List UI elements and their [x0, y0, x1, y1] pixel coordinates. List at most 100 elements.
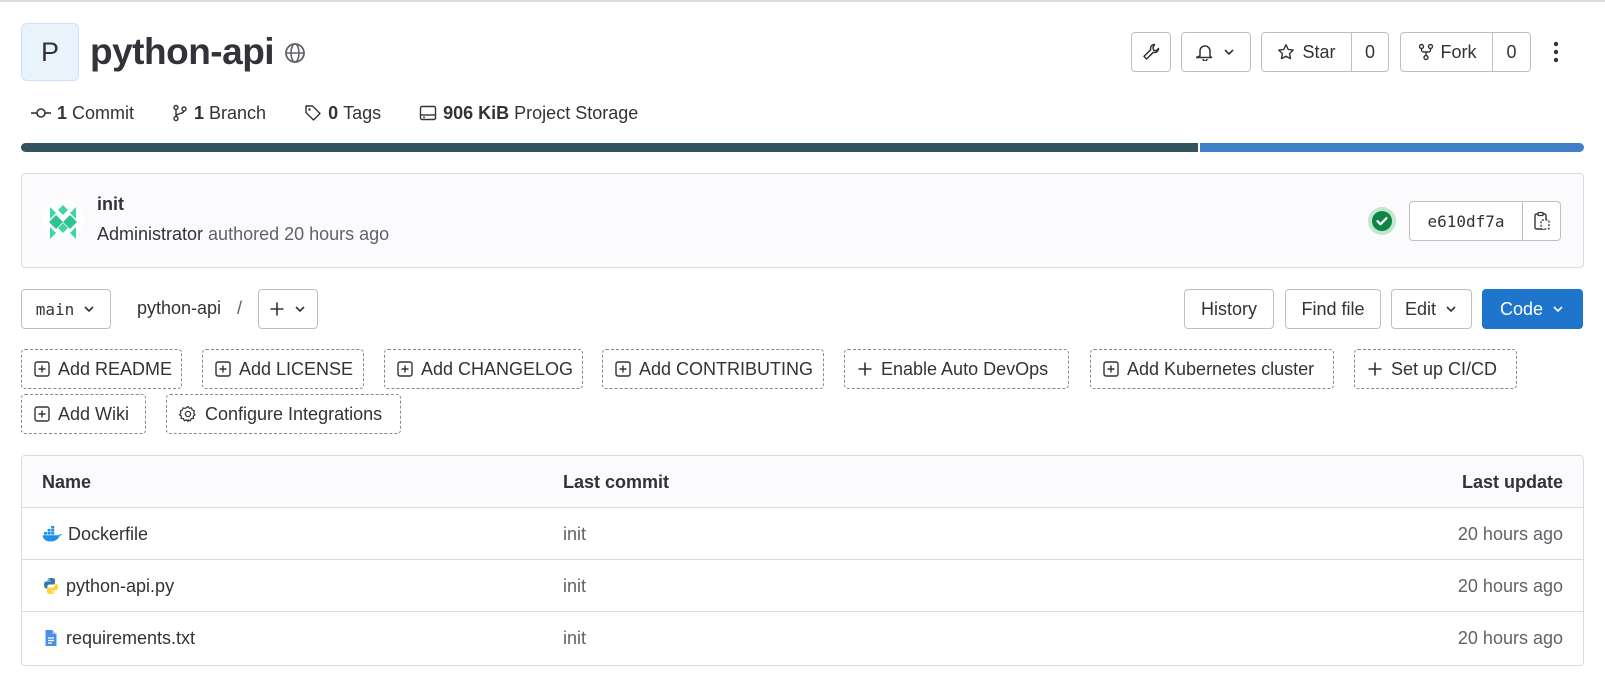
enable-auto-devops-label: Enable Auto DevOps — [881, 358, 1049, 379]
copy-sha-button[interactable] — [1523, 202, 1560, 240]
add-kubernetes-cluster-button[interactable]: Add Kubernetes cluster — [1090, 349, 1334, 389]
commit-author[interactable]: Administrator — [97, 224, 203, 244]
plus-square-icon — [34, 361, 50, 377]
add-changelog-button[interactable]: Add CHANGELOG — [384, 349, 583, 389]
settings-button[interactable] — [1131, 32, 1171, 72]
add-wiki-button[interactable]: Add Wiki — [21, 394, 146, 434]
setup-ci-cd-label: Set up CI/CD — [1391, 358, 1498, 379]
file-last-commit[interactable]: init — [563, 612, 586, 664]
history-label: History — [1200, 298, 1257, 319]
file-last-commit[interactable]: init — [563, 508, 586, 560]
notifications-dropdown[interactable] — [1181, 32, 1251, 72]
chevron-down-icon — [84, 306, 94, 313]
user-avatar-identicon[interactable] — [42, 199, 84, 241]
pipeline-success-icon[interactable] — [1367, 206, 1397, 236]
wrench-icon — [1143, 43, 1160, 60]
plus-square-icon — [1103, 361, 1119, 377]
commit-sha[interactable]: e610df7a — [1410, 202, 1523, 240]
tags-stat[interactable]: 0 Tags — [304, 103, 381, 124]
project-avatar-letter: P — [40, 36, 59, 67]
last-commit-panel: init Administrator authored 20 hours ago… — [21, 173, 1584, 268]
fork-button[interactable]: Fork — [1401, 33, 1492, 71]
add-readme-button[interactable]: Add README — [21, 349, 182, 389]
storage-usage-bar — [21, 143, 1584, 152]
plus-icon — [1368, 362, 1382, 376]
star-icon — [1278, 44, 1295, 60]
file-name-cell[interactable]: Dockerfile — [42, 508, 148, 560]
storage-label: Project Storage — [514, 102, 639, 123]
project-title[interactable]: python-api — [90, 30, 275, 74]
storage-segment-repository — [21, 143, 1198, 152]
plus-square-icon — [615, 361, 631, 377]
fork-label: Fork — [1440, 41, 1477, 62]
fork-count-value: 0 — [1506, 41, 1517, 62]
commit-title[interactable]: init — [97, 194, 124, 215]
code-dropdown[interactable]: Code — [1482, 289, 1583, 329]
commits-stat[interactable]: 1 Commit — [31, 103, 134, 124]
branch-selector[interactable]: main — [21, 289, 111, 329]
history-button[interactable]: History — [1184, 289, 1274, 329]
settings-icon — [179, 405, 196, 423]
file-table-header: Name Last commit Last update — [22, 456, 1583, 508]
text-file-icon — [45, 630, 57, 646]
file-name-cell[interactable]: python-api.py — [42, 560, 174, 612]
plus-square-icon — [34, 406, 50, 422]
star-button[interactable]: Star — [1262, 33, 1351, 71]
chevron-down-icon — [1553, 306, 1563, 313]
fork-count[interactable]: 0 — [1492, 33, 1530, 71]
star-count[interactable]: 0 — [1351, 33, 1388, 71]
branches-label: Branch — [209, 102, 267, 123]
commit-authored-time: authored 20 hours ago — [208, 224, 390, 244]
branch-name: main — [35, 299, 75, 319]
tags-count: 0 — [328, 102, 339, 123]
table-row[interactable]: requirements.txt init 20 hours ago — [22, 612, 1583, 664]
file-name: Dockerfile — [68, 523, 149, 544]
table-row[interactable]: Dockerfile init 20 hours ago — [22, 508, 1583, 560]
configure-integrations-label: Configure Integrations — [205, 403, 383, 424]
add-to-tree-dropdown[interactable] — [258, 289, 318, 329]
commit-icon — [31, 108, 51, 118]
column-header-name: Name — [42, 471, 92, 492]
configure-integrations-button[interactable]: Configure Integrations — [166, 394, 401, 434]
table-row[interactable]: python-api.py init 20 hours ago — [22, 560, 1583, 612]
breadcrumb-root[interactable]: python-api — [137, 298, 221, 319]
kebab-vertical-icon[interactable] — [1552, 40, 1560, 64]
commit-meta: Administrator authored 20 hours ago — [97, 224, 389, 245]
storage-stat[interactable]: 906 KiB Project Storage — [419, 103, 638, 124]
file-last-commit[interactable]: init — [563, 560, 586, 612]
tag-icon — [305, 105, 321, 121]
docker-icon — [42, 526, 62, 542]
fork-icon — [1418, 43, 1433, 61]
chevron-down-icon — [1224, 49, 1234, 56]
add-contributing-button[interactable]: Add CONTRIBUTING — [602, 349, 824, 389]
top-border — [0, 0, 1605, 2]
star-label: Star — [1302, 41, 1336, 62]
add-license-button[interactable]: Add LICENSE — [202, 349, 364, 389]
star-button-group[interactable]: Star 0 — [1261, 32, 1389, 72]
project-avatar[interactable]: P — [21, 23, 79, 81]
storage-segment-other — [1197, 143, 1584, 152]
file-last-update: 20 hours ago — [1457, 575, 1563, 596]
globe-icon — [285, 43, 305, 63]
branches-stat[interactable]: 1 Branch — [172, 103, 266, 124]
file-name: requirements.txt — [66, 627, 196, 648]
fork-button-group[interactable]: Fork 0 — [1400, 32, 1531, 72]
copy-to-clipboard-icon — [1533, 211, 1550, 230]
column-header-last-update: Last update — [1461, 471, 1563, 492]
plus-square-icon — [397, 361, 413, 377]
file-table: Name Last commit Last update Dockerfile … — [21, 455, 1584, 666]
edit-dropdown[interactable]: Edit — [1391, 289, 1472, 329]
plus-icon — [858, 362, 872, 376]
find-file-label: Find file — [1301, 298, 1365, 319]
file-last-update: 20 hours ago — [1457, 627, 1563, 648]
commits-label: Commit — [72, 102, 135, 123]
storage-icon — [419, 105, 437, 121]
bell-icon — [1196, 45, 1213, 61]
enable-auto-devops-button[interactable]: Enable Auto DevOps — [844, 349, 1069, 389]
setup-ci-cd-button[interactable]: Set up CI/CD — [1354, 349, 1517, 389]
add-kubernetes-cluster-label: Add Kubernetes cluster — [1127, 358, 1315, 379]
tags-label: Tags — [343, 102, 382, 123]
add-changelog-label: Add CHANGELOG — [421, 358, 574, 379]
file-name-cell[interactable]: requirements.txt — [42, 612, 195, 664]
find-file-button[interactable]: Find file — [1285, 289, 1381, 329]
